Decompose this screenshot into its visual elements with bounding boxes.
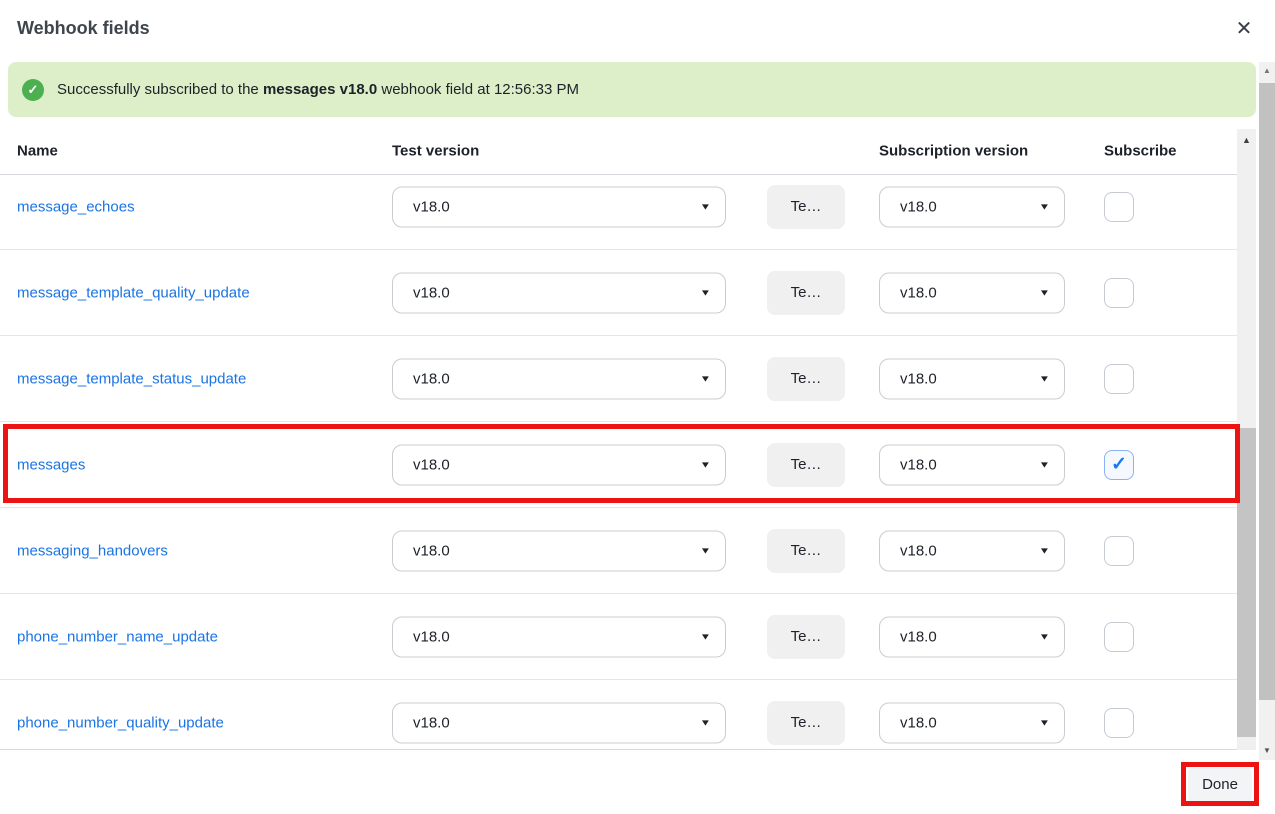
table-row-messaging-handovers: messaging_handovers v18.0 ▼ Te… v18.0 ▼ …	[0, 508, 1256, 594]
select-value: v18.0	[393, 370, 450, 387]
subscribe-checkbox[interactable]: ✓	[1104, 450, 1134, 480]
field-name-link[interactable]: phone_number_name_update	[17, 628, 218, 645]
table-header: Name Test version Subscription version S…	[0, 127, 1256, 175]
select-value: v18.0	[393, 714, 450, 731]
select-value: v18.0	[880, 456, 937, 473]
scroll-up-icon[interactable]: ▲	[1237, 135, 1256, 145]
success-banner: ✓ Successfully subscribed to the message…	[8, 62, 1256, 117]
chevron-down-icon: ▼	[1039, 632, 1051, 642]
table-row-message-template-quality-update: message_template_quality_update v18.0 ▼ …	[0, 250, 1256, 336]
column-header-subscribe: Subscribe	[1104, 142, 1177, 159]
subscription-version-select[interactable]: v18.0 ▼	[879, 616, 1065, 657]
table-row-phone-number-name-update: phone_number_name_update v18.0 ▼ Te… v18…	[0, 594, 1256, 680]
select-value: v18.0	[393, 628, 450, 645]
table-scrollbar-thumb[interactable]	[1237, 428, 1256, 737]
column-header-subscription-version: Subscription version	[879, 142, 1028, 159]
subscribe-checkbox[interactable]: ✓	[1104, 364, 1134, 394]
test-version-select[interactable]: v18.0 ▼	[392, 444, 726, 485]
subscribe-checkbox[interactable]: ✓	[1104, 278, 1134, 308]
page-title: Webhook fields	[17, 18, 150, 39]
test-button[interactable]: Te…	[767, 357, 845, 401]
webhook-fields-dialog: Webhook fields ✕ ✓ Successfully subscrib…	[0, 0, 1275, 814]
chevron-down-icon: ▼	[700, 202, 712, 212]
chevron-down-icon: ▼	[700, 374, 712, 384]
test-version-select[interactable]: v18.0 ▼	[392, 530, 726, 571]
check-icon: ✓	[1111, 455, 1127, 474]
select-value: v18.0	[393, 284, 450, 301]
test-button[interactable]: Te…	[767, 271, 845, 315]
table-body: message_echoes v18.0 ▼ Te… v18.0 ▼ ✓ mes…	[0, 176, 1256, 750]
field-name-link[interactable]: message_template_quality_update	[17, 284, 250, 301]
field-name-link[interactable]: messages	[17, 456, 85, 473]
table-scrollbar[interactable]: ▲	[1237, 129, 1256, 750]
select-value: v18.0	[393, 198, 450, 215]
test-button[interactable]: Te…	[767, 701, 845, 745]
field-name-link[interactable]: phone_number_quality_update	[17, 714, 224, 731]
chevron-down-icon: ▼	[1039, 288, 1051, 298]
table-row-message-echoes: message_echoes v18.0 ▼ Te… v18.0 ▼ ✓	[0, 176, 1256, 250]
test-button[interactable]: Te…	[767, 443, 845, 487]
test-version-select[interactable]: v18.0 ▼	[392, 272, 726, 313]
table-row-phone-number-quality-update: phone_number_quality_update v18.0 ▼ Te… …	[0, 680, 1256, 750]
select-value: v18.0	[880, 370, 937, 387]
chevron-down-icon: ▼	[1039, 546, 1051, 556]
field-name-link[interactable]: messaging_handovers	[17, 542, 168, 559]
close-icon[interactable]: ✕	[1232, 17, 1256, 41]
subscribe-checkbox[interactable]: ✓	[1104, 536, 1134, 566]
chevron-down-icon: ▼	[700, 632, 712, 642]
chevron-down-icon: ▼	[1039, 460, 1051, 470]
select-value: v18.0	[880, 714, 937, 731]
subscription-version-select[interactable]: v18.0 ▼	[879, 530, 1065, 571]
success-check-icon: ✓	[22, 79, 44, 101]
subscription-version-select[interactable]: v18.0 ▼	[879, 272, 1065, 313]
subscribe-checkbox[interactable]: ✓	[1104, 708, 1134, 738]
chevron-down-icon: ▼	[1039, 718, 1051, 728]
column-header-name: Name	[17, 142, 58, 159]
test-version-select[interactable]: v18.0 ▼	[392, 186, 726, 227]
chevron-down-icon: ▼	[700, 546, 712, 556]
select-value: v18.0	[880, 542, 937, 559]
subscription-version-select[interactable]: v18.0 ▼	[879, 444, 1065, 485]
field-name-link[interactable]: message_template_status_update	[17, 370, 246, 387]
table-row-message-template-status-update: message_template_status_update v18.0 ▼ T…	[0, 336, 1256, 422]
test-version-select[interactable]: v18.0 ▼	[392, 702, 726, 743]
test-button[interactable]: Te…	[767, 615, 845, 659]
subscribe-checkbox[interactable]: ✓	[1104, 192, 1134, 222]
test-version-select[interactable]: v18.0 ▼	[392, 358, 726, 399]
chevron-down-icon: ▼	[700, 288, 712, 298]
done-button[interactable]: Done	[1188, 768, 1252, 801]
chevron-down-icon: ▼	[1039, 202, 1051, 212]
chevron-down-icon: ▼	[700, 460, 712, 470]
select-value: v18.0	[393, 456, 450, 473]
field-name-link[interactable]: message_echoes	[17, 198, 135, 215]
test-version-select[interactable]: v18.0 ▼	[392, 616, 726, 657]
select-value: v18.0	[880, 198, 937, 215]
chevron-down-icon: ▼	[700, 718, 712, 728]
success-banner-text: Successfully subscribed to the messages …	[57, 81, 579, 98]
banner-highlight: messages v18.0	[263, 81, 377, 98]
table-row-messages: messages v18.0 ▼ Te… v18.0 ▼ ✓	[0, 422, 1256, 508]
subscribe-checkbox[interactable]: ✓	[1104, 622, 1134, 652]
chevron-down-icon: ▼	[1039, 374, 1051, 384]
subscription-version-select[interactable]: v18.0 ▼	[879, 358, 1065, 399]
scroll-down-icon[interactable]: ▼	[1259, 746, 1275, 755]
test-button[interactable]: Te…	[767, 529, 845, 573]
select-value: v18.0	[880, 284, 937, 301]
subscription-version-select[interactable]: v18.0 ▼	[879, 186, 1065, 227]
scroll-up-icon[interactable]: ▲	[1259, 66, 1275, 75]
column-header-test-version: Test version	[392, 142, 479, 159]
select-value: v18.0	[880, 628, 937, 645]
test-button[interactable]: Te…	[767, 185, 845, 229]
subscription-version-select[interactable]: v18.0 ▼	[879, 702, 1065, 743]
dialog-scrollbar[interactable]: ▲ ▼	[1259, 62, 1275, 760]
check-glyph: ✓	[28, 82, 39, 98]
select-value: v18.0	[393, 542, 450, 559]
dialog-scrollbar-thumb[interactable]	[1259, 83, 1275, 700]
